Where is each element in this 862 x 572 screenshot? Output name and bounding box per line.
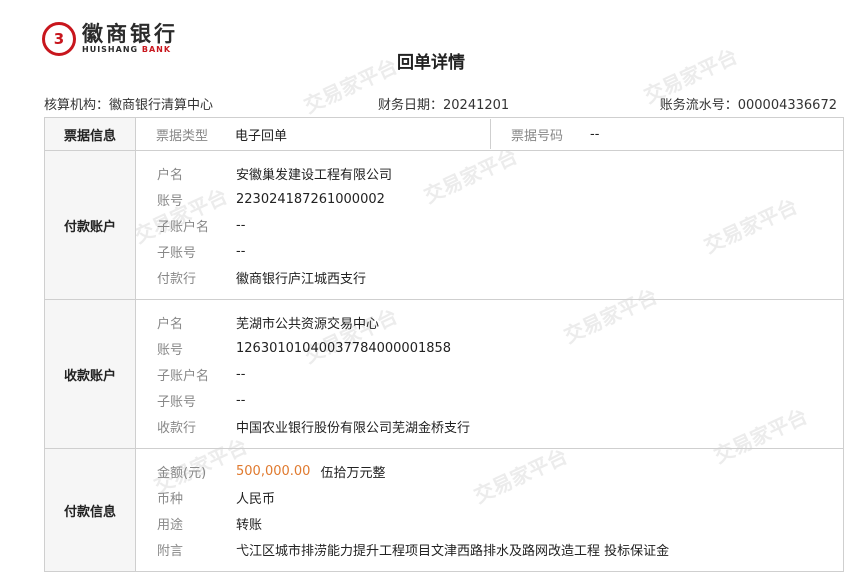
payee-account-row: 账号 12630101040037784000001858	[137, 335, 842, 361]
field-label: 用途	[157, 517, 184, 533]
receipt-table: 票据信息 票据类型 电子回单 票据号码 -- 付款账户 户名 安徽巢发建设工程有…	[44, 117, 844, 572]
field-label: 账号	[157, 342, 184, 358]
field-label: 子账号	[157, 245, 197, 261]
purpose-value: 转账	[236, 517, 263, 533]
serial-number: 账务流水号：000004336672	[659, 98, 837, 113]
currency-value: 人民币	[236, 491, 276, 507]
currency-row: 币种 人民币	[137, 484, 842, 510]
payee-sub-name: --	[236, 366, 246, 382]
field-label: 附言	[157, 543, 184, 559]
financial-date: 财务日期：20241201	[378, 98, 510, 113]
amount-row: 金额(元) 500,000.00 伍拾万元整	[137, 458, 842, 484]
payee-name-row: 户名 芜湖市公共资源交易中心	[137, 309, 842, 335]
bank-name-cn: 徽商银行	[82, 22, 178, 46]
field-label: 户名	[157, 316, 184, 332]
receipt-info-heading: 票据信息	[44, 117, 136, 151]
field-label: 币种	[157, 491, 184, 507]
amount-value: 500,000.00	[236, 463, 311, 479]
payee-bank: 中国农业银行股份有限公司芜湖金桥支行	[236, 420, 471, 436]
payee-heading: 收款账户	[44, 299, 136, 449]
remark-row: 附言 弋江区城市排涝能力提升工程项目文津西路排水及路网改造工程 投标保证金	[137, 536, 842, 562]
payer-name-row: 户名 安徽巢发建设工程有限公司	[137, 160, 842, 186]
payee-account: 12630101040037784000001858	[236, 340, 452, 356]
field-label: 收款行	[157, 420, 197, 436]
payer-sub-name-row: 子账户名 --	[137, 212, 842, 238]
payer-section: 付款账户 户名 安徽巢发建设工程有限公司 账号 2230241872610000…	[44, 150, 844, 300]
receipt-number-value: --	[590, 126, 600, 142]
payment-section: 付款信息 金额(元) 500,000.00 伍拾万元整 币种 人民币 用途 转账…	[44, 448, 844, 572]
receipt-number-label: 票据号码	[511, 128, 564, 144]
payee-sub-account: --	[236, 392, 246, 408]
accounting-org: 核算机构：徽商银行清算中心	[44, 98, 214, 113]
payer-bank: 徽商银行庐江城西支行	[236, 271, 367, 287]
purpose-row: 用途 转账	[137, 510, 842, 536]
receipt-type-value: 电子回单	[235, 128, 288, 144]
payer-sub-name: --	[236, 217, 246, 233]
payer-account: 223024187261000002	[236, 191, 385, 207]
payer-bank-row: 付款行 徽商银行庐江城西支行	[137, 264, 842, 290]
field-label: 子账户名	[157, 219, 210, 235]
page-title: 回单详情	[397, 53, 465, 73]
payee-sub-name-row: 子账户名 --	[137, 361, 842, 387]
field-label: 账号	[157, 193, 184, 209]
payee-name: 芜湖市公共资源交易中心	[236, 316, 380, 332]
payment-heading: 付款信息	[44, 448, 136, 572]
payee-section: 收款账户 户名 芜湖市公共资源交易中心 账号 12630101040037784…	[44, 299, 844, 449]
payer-heading: 付款账户	[44, 150, 136, 300]
field-label: 户名	[157, 167, 184, 183]
field-label: 子账户名	[157, 368, 210, 384]
field-label: 金额(元)	[157, 465, 207, 481]
receipt-info-row: 票据信息 票据类型 电子回单 票据号码 --	[44, 117, 844, 151]
payer-name: 安徽巢发建设工程有限公司	[236, 167, 393, 183]
payee-bank-row: 收款行 中国农业银行股份有限公司芜湖金桥支行	[137, 413, 842, 439]
payer-sub-account-row: 子账号 --	[137, 238, 842, 264]
receipt-type-label: 票据类型	[156, 128, 209, 144]
amount-in-words: 伍拾万元整	[320, 465, 386, 481]
payer-account-row: 账号 223024187261000002	[137, 186, 842, 212]
payee-sub-account-row: 子账号 --	[137, 387, 842, 413]
remark-value: 弋江区城市排涝能力提升工程项目文津西路排水及路网改造工程 投标保证金	[236, 543, 670, 559]
field-label: 子账号	[157, 394, 197, 410]
payer-sub-account: --	[236, 243, 246, 259]
field-label: 付款行	[157, 271, 197, 287]
